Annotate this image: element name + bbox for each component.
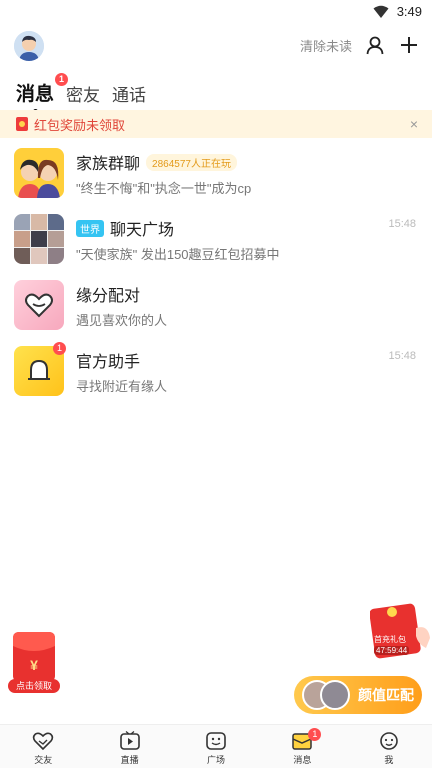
tab-calls[interactable]: 通话 [108,81,150,106]
conversation-preview: "终生不悔"和"执念一世"成为cp [76,181,252,196]
clear-unread-button[interactable]: 清除未读 [300,36,352,55]
tabbar-label: 交友 [34,755,53,765]
status-right: 3:49 [373,4,422,19]
couple-avatar-icon [14,148,64,198]
bottom-tab-bar: 交友 直播 广场 1 消息 我 [0,724,432,768]
header-actions: 清除未读 [300,34,420,56]
heart-icon [33,732,54,751]
conversation-official-assistant[interactable]: 1 官方助手 寻找附近有缘人 15:48 [0,338,432,404]
match-avatars [302,680,354,710]
family-group-avatar [14,148,64,198]
tv-play-icon [119,731,140,750]
tabbar-item-friends[interactable]: 交友 [0,725,86,768]
gift-countdown: 47:59:44 [374,646,410,655]
user-avatar-icon [14,31,44,61]
tab-close-friends[interactable]: 密友 [62,81,104,106]
tab-label: 通话 [112,86,147,105]
conversation-family-group[interactable]: 家族群聊 2864577人正在玩 "终生不悔"和"执念一世"成为cp [0,140,432,206]
online-count-badge: 2864577人正在玩 [146,153,237,171]
appearance-match-button[interactable]: 颜值匹配 [294,676,422,714]
status-time: 3:49 [396,4,422,19]
tabbar-badge: 1 [308,728,322,741]
conversation-name: 家族群聊 [76,156,141,173]
tabbar-label: 广场 [207,755,226,765]
conversation-list: 家族群聊 2864577人正在玩 "终生不悔"和"执念一世"成为cp 世界 聊天… [0,140,432,404]
face-icon [380,732,398,750]
photo-grid-icon [14,214,64,264]
unread-badge: 1 [53,342,66,355]
conversation-title: 缘分配对 [76,282,140,306]
notice-text: 红包奖励未领取 [34,117,126,133]
conversation-preview: "天使家族" 发出150趣豆红包招募中 [76,247,280,262]
close-icon[interactable]: × [410,116,418,132]
conversation-name: 缘分配对 [76,288,141,305]
conversation-time: 15:48 [388,218,416,230]
match-avatar [320,680,350,710]
match-label: 颜值匹配 [358,687,414,703]
conversation-preview: 寻找附近有缘人 [76,379,168,394]
conversation-preview: 遇见喜欢你的人 [76,313,168,328]
conversation-chat-plaza[interactable]: 世界 聊天广场 "天使家族" 发出150趣豆红包招募中 15:48 [0,206,432,272]
fate-match-avatar [14,280,64,330]
status-bar: 3:49 [0,0,432,26]
conversation-title: 世界 聊天广场 [76,216,174,240]
tabbar-item-me[interactable]: 我 [346,725,432,768]
reward-notice[interactable]: 红包奖励未领取 × [0,110,432,138]
tabbar-label: 直播 [120,755,139,765]
heart-icon [25,293,53,318]
wifi-icon [373,5,389,18]
conversation-fate-match[interactable]: 缘分配对 遇见喜欢你的人 [0,272,432,338]
chat-plaza-avatar [14,214,64,264]
tabbar-item-plaza[interactable]: 广场 [173,725,259,768]
conversation-name: 官方助手 [76,354,141,371]
conversation-title: 官方助手 [76,348,140,372]
conversation-title: 家族群聊 2864577人正在玩 [76,150,237,174]
claim-label: 点击领取 [8,679,60,693]
conversation-time: 15:48 [388,350,416,362]
header: 清除未读 [0,26,432,68]
conversation-name: 聊天广场 [110,222,175,239]
yuan-symbol: ¥ [30,657,38,673]
message-tabs: 消息 1 密友 通话 [12,73,150,114]
tab-messages[interactable]: 消息 1 [12,73,69,114]
world-tag: 世界 [76,219,104,237]
gift-label: 首充礼包 [374,635,406,644]
avatar[interactable] [14,31,44,61]
tab-label: 消息 [16,84,55,105]
tabbar-item-messages[interactable]: 1 消息 [259,725,345,768]
tabbar-label: 我 [384,755,394,765]
smile-square-icon [206,732,226,750]
claim-red-packet-button[interactable]: ¥ 点击领取 [8,632,60,693]
tab-label: 密友 [66,86,101,105]
contacts-icon[interactable] [364,34,386,56]
first-recharge-gift[interactable]: 首充礼包 47:59:44 [369,598,432,662]
tabbar-label: 消息 [293,755,312,765]
tabbar-item-live[interactable]: 直播 [86,725,172,768]
add-icon[interactable] [398,34,420,56]
red-packet-icon [16,117,28,131]
